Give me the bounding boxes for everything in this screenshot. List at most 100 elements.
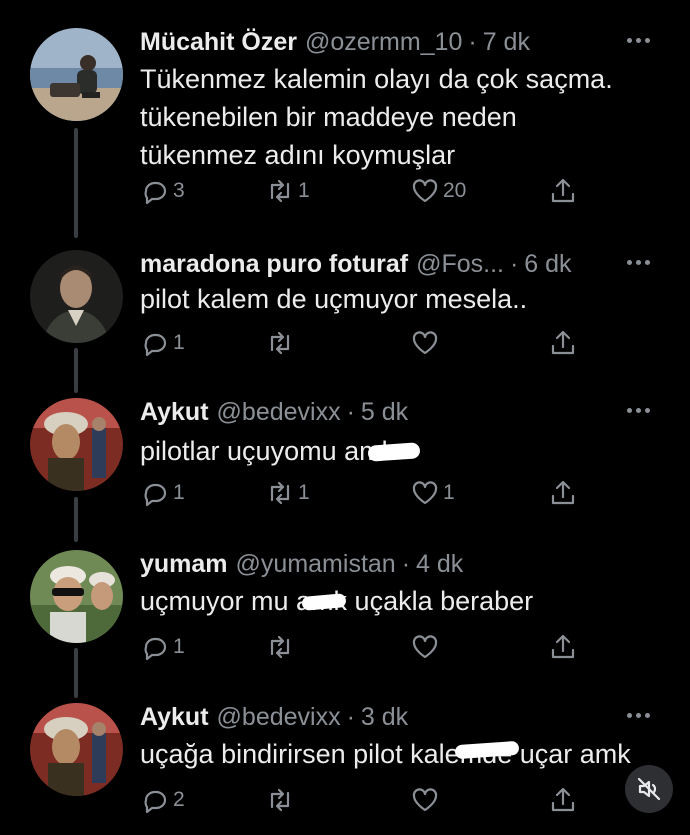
separator: · bbox=[401, 550, 411, 578]
like-button[interactable] bbox=[410, 785, 443, 815]
reply-icon bbox=[144, 333, 167, 357]
username[interactable]: @bedevixx bbox=[217, 703, 341, 732]
avatar[interactable] bbox=[30, 250, 123, 343]
tweet[interactable]: Aykut @bedevixx · 3 dk uçağa bindirirsen… bbox=[0, 703, 690, 828]
separator: · bbox=[509, 250, 519, 278]
like-count: 20 bbox=[443, 179, 467, 202]
more-icon[interactable] bbox=[625, 30, 655, 54]
retweet-icon bbox=[270, 788, 290, 812]
avatar[interactable] bbox=[30, 28, 123, 121]
timestamp[interactable]: 5 dk bbox=[361, 398, 408, 427]
share-button[interactable] bbox=[548, 785, 578, 815]
tweet-header: yumam @yumamistan · 4 dk bbox=[140, 550, 463, 586]
tweet-actions: 1 1 1 bbox=[140, 478, 590, 512]
avatar[interactable] bbox=[30, 703, 123, 796]
retweet-icon bbox=[270, 481, 290, 505]
mute-icon bbox=[637, 777, 661, 801]
tweet-text: pilot kalem de uçmuyor mesela.. bbox=[140, 280, 527, 318]
like-button[interactable]: 20 bbox=[410, 176, 466, 206]
display-name[interactable]: yumam bbox=[140, 550, 228, 579]
username[interactable]: @ozermm_10 bbox=[305, 28, 462, 57]
tweet[interactable]: maradona puro foturaf @Fos... · 6 dk pil… bbox=[0, 250, 690, 380]
avatar-photo bbox=[30, 703, 123, 796]
tweet-thread: Mücahit Özer @ozermm_10 · 7 dk Tükenmez … bbox=[0, 0, 690, 835]
tweet-text-line: pilotlar uçuyomu amk bbox=[140, 436, 396, 466]
reply-icon bbox=[144, 637, 167, 661]
reply-count: 1 bbox=[173, 635, 185, 658]
display-name[interactable]: Aykut bbox=[140, 703, 209, 732]
tweet-actions: 3 1 20 bbox=[140, 176, 590, 210]
tweet-header: Aykut @bedevixx · 3 dk bbox=[140, 703, 408, 739]
share-button[interactable] bbox=[548, 176, 578, 206]
heart-icon bbox=[412, 179, 438, 203]
tweet-text-line: tükenebilen bir maddeye neden bbox=[140, 102, 517, 132]
tweet-text-line: Tükenmez kalemin olayı da çok saçma. bbox=[140, 64, 613, 94]
tweet-text: uçağa bindirirsen pilot kalemde uçar amk bbox=[140, 735, 631, 773]
tweet[interactable]: Aykut @bedevixx · 5 dk pilotlar uçuyomu … bbox=[0, 398, 690, 528]
tweet[interactable]: yumam @yumamistan · 4 dk uçmuyor mu amk … bbox=[0, 550, 690, 680]
reply-count: 1 bbox=[173, 481, 185, 504]
avatar-photo bbox=[30, 28, 123, 121]
tweet-actions: 1 bbox=[140, 632, 590, 666]
avatar-photo bbox=[30, 250, 123, 343]
avatar-photo bbox=[30, 550, 123, 643]
separator: · bbox=[346, 703, 355, 731]
like-button[interactable]: 1 bbox=[410, 478, 455, 508]
reply-button[interactable]: 1 bbox=[140, 328, 185, 358]
like-button[interactable] bbox=[410, 328, 443, 358]
retweet-count: 1 bbox=[298, 179, 310, 202]
tweet-text: pilotlar uçuyomu amk bbox=[140, 432, 395, 470]
tweet[interactable]: Mücahit Özer @ozermm_10 · 7 dk Tükenmez … bbox=[0, 28, 690, 228]
reply-button[interactable]: 3 bbox=[140, 176, 185, 206]
avatar[interactable] bbox=[30, 550, 123, 643]
heart-icon bbox=[412, 331, 438, 355]
username[interactable]: @yumamistan bbox=[236, 550, 396, 579]
timestamp[interactable]: 7 dk bbox=[483, 28, 530, 57]
share-icon bbox=[551, 330, 575, 355]
timestamp[interactable]: 4 dk bbox=[416, 550, 463, 579]
retweet-icon bbox=[270, 635, 290, 659]
tweet-header: Mücahit Özer @ozermm_10 · 7 dk bbox=[140, 28, 530, 64]
tweet-text-line: pilot kalem de uçmuyor mesela.. bbox=[140, 284, 528, 314]
share-button[interactable] bbox=[548, 632, 578, 662]
share-button[interactable] bbox=[548, 478, 578, 508]
reply-button[interactable]: 2 bbox=[140, 785, 185, 815]
reply-button[interactable]: 1 bbox=[140, 632, 185, 662]
tweet-actions: 2 bbox=[140, 785, 590, 819]
retweet-button[interactable] bbox=[265, 632, 298, 662]
retweet-button[interactable] bbox=[265, 328, 298, 358]
more-icon[interactable] bbox=[625, 400, 655, 424]
avatar-photo bbox=[30, 398, 123, 491]
display-name[interactable]: Mücahit Özer bbox=[140, 28, 297, 57]
retweet-icon bbox=[270, 331, 290, 355]
timestamp[interactable]: 6 dk bbox=[524, 250, 571, 279]
share-icon bbox=[551, 178, 575, 203]
tweet-text-line: tükenmez adını koymuşlar bbox=[140, 140, 456, 170]
retweet-count: 1 bbox=[298, 481, 310, 504]
share-button[interactable] bbox=[548, 328, 578, 358]
more-icon[interactable] bbox=[625, 705, 655, 729]
tweet-text-line: uçağa bindirirsen pilot kalemde uçar amk bbox=[140, 739, 631, 769]
display-name[interactable]: Aykut bbox=[140, 398, 209, 427]
reply-count: 3 bbox=[173, 179, 185, 202]
retweet-button[interactable] bbox=[265, 785, 298, 815]
share-icon bbox=[551, 634, 575, 659]
like-button[interactable] bbox=[410, 632, 443, 662]
retweet-button[interactable]: 1 bbox=[265, 478, 310, 508]
avatar[interactable] bbox=[30, 398, 123, 491]
mute-button[interactable] bbox=[625, 765, 673, 813]
display-name[interactable]: maradona puro foturaf bbox=[140, 250, 408, 279]
share-icon bbox=[551, 480, 575, 505]
redaction-mark bbox=[367, 442, 421, 462]
separator: · bbox=[468, 28, 477, 56]
retweet-button[interactable]: 1 bbox=[265, 176, 310, 206]
username[interactable]: @bedevixx bbox=[217, 398, 341, 427]
more-icon[interactable] bbox=[625, 252, 655, 276]
reply-button[interactable]: 1 bbox=[140, 478, 185, 508]
timestamp[interactable]: 3 dk bbox=[361, 703, 408, 732]
like-count: 1 bbox=[443, 481, 455, 504]
tweet-text: Tükenmez kalemin olayı da çok saçma. tük… bbox=[140, 60, 613, 174]
username[interactable]: @Fos... bbox=[416, 250, 504, 279]
tweet-actions: 1 bbox=[140, 328, 590, 362]
reply-icon bbox=[144, 790, 167, 814]
